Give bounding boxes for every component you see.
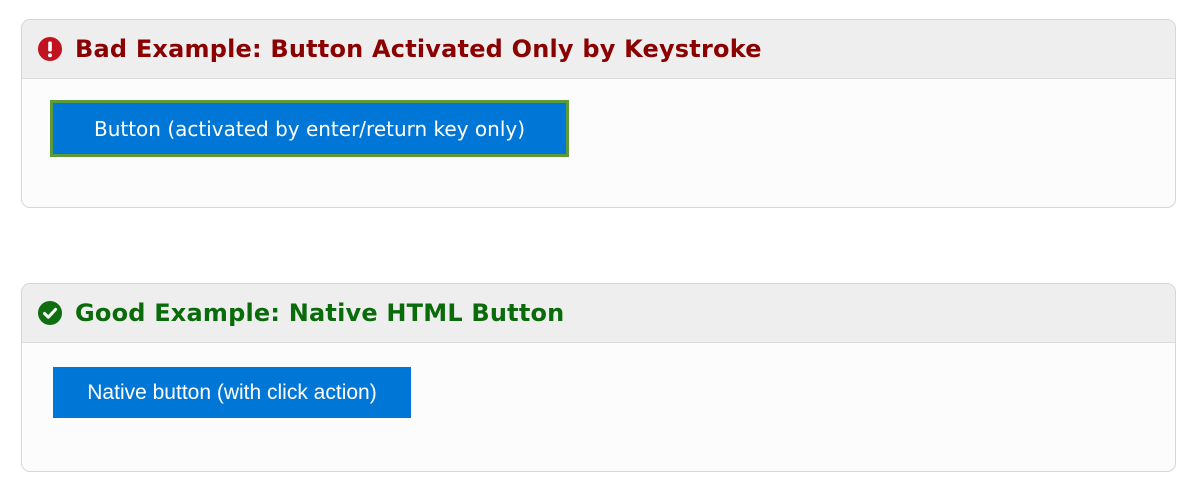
key-only-button[interactable]: Button (activated by enter/return key on… [50,100,569,157]
native-button[interactable]: Native button (with click action) [53,367,411,418]
good-example-panel: Good Example: Native HTML Button Native … [21,283,1176,472]
good-example-title: Good Example: Native HTML Button [75,299,565,327]
bad-example-title: Bad Example: Button Activated Only by Ke… [75,35,762,63]
good-example-header: Good Example: Native HTML Button [22,284,1175,343]
bad-example-header: Bad Example: Button Activated Only by Ke… [22,20,1175,79]
bad-example-panel: Bad Example: Button Activated Only by Ke… [21,19,1176,208]
exclamation-circle-icon [38,37,62,61]
checkmark-circle-icon [38,301,62,325]
